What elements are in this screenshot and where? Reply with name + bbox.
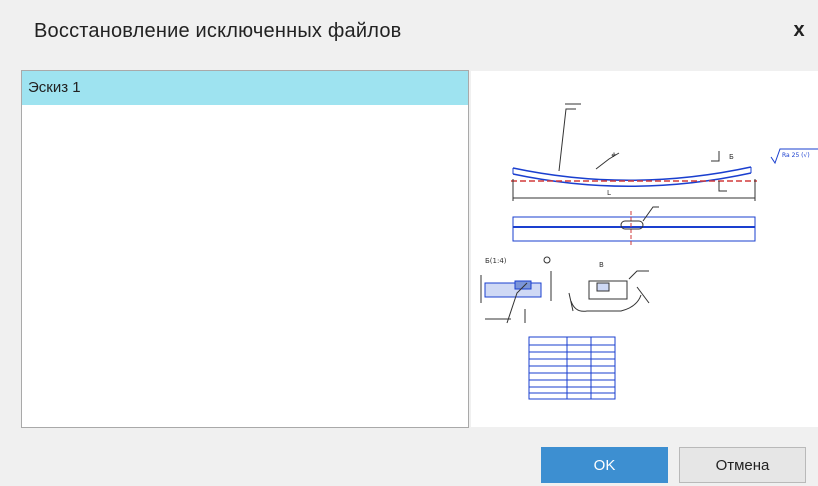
section-label: Б(1:4) [485, 257, 507, 265]
list-item[interactable]: Эскиз 1 [22, 71, 468, 105]
roughness-mark: Ra 25 (√) [782, 152, 810, 159]
svg-text:В: В [599, 261, 604, 269]
sketch-preview: L Б # Ra 25 (√) Б(1:4) В [471, 71, 818, 427]
dialog-title: Восстановление исключенных файлов [34, 20, 402, 42]
svg-text:#: # [611, 152, 616, 159]
cancel-button[interactable]: Отмена [679, 447, 806, 483]
ok-button[interactable]: OK [541, 447, 668, 483]
list-item-label: Эскиз 1 [28, 79, 81, 96]
close-icon[interactable]: x [788, 18, 810, 42]
svg-text:Б: Б [729, 153, 734, 161]
svg-text:L: L [607, 189, 611, 197]
parts-table [528, 336, 616, 400]
excluded-files-list[interactable]: Эскиз 1 [21, 70, 469, 428]
restore-excluded-files-dialog: Восстановление исключенных файлов x Эски… [0, 0, 818, 486]
drawing-thumbnail: L Б # Ra 25 (√) Б(1:4) В [480, 103, 818, 400]
